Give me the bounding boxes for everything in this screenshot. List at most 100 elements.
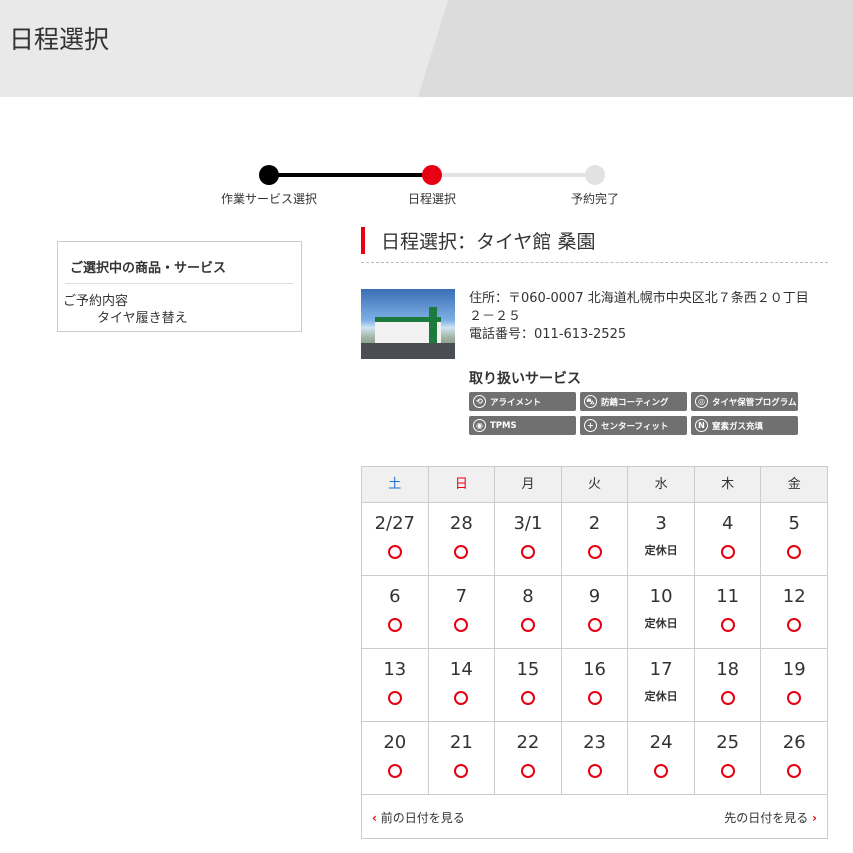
gas-icon: N xyxy=(695,419,708,432)
calendar-date: 28 xyxy=(449,513,473,534)
calendar-day-cell[interactable]: 5 xyxy=(761,503,827,575)
stepper-line-todo xyxy=(432,173,595,177)
calendar-date: 8 xyxy=(522,586,534,607)
calendar-day-cell[interactable]: 6 xyxy=(362,576,429,648)
tire-icon: ◎ xyxy=(695,395,708,408)
available-circle-icon xyxy=(720,545,735,559)
crosshair-icon: + xyxy=(584,419,597,432)
next-dates-link[interactable]: 先の日付を見る › xyxy=(724,809,817,826)
closed-day-label: 定休日 xyxy=(644,544,678,557)
calendar-day-cell[interactable]: 19 xyxy=(761,649,827,721)
calendar-day-cell[interactable]: 16 xyxy=(562,649,629,721)
weekday-mon: 月 xyxy=(495,467,562,502)
calendar-date: 22 xyxy=(516,732,540,753)
booking-calendar: 土 日 月 火 水 木 金 2/27 28 3/1 2 3 定休日 4 5 6 7 8 9 10 定休日 1… xyxy=(361,466,828,839)
available-circle-icon xyxy=(454,545,469,559)
available-circle-icon xyxy=(720,764,735,778)
calendar-day-cell[interactable]: 18 xyxy=(695,649,762,721)
available-circle-icon xyxy=(520,691,535,705)
calendar-day-cell[interactable]: 25 xyxy=(695,722,762,794)
step-label-service-select: 作業サービス選択 xyxy=(220,192,318,206)
prev-dates-link[interactable]: ‹ 前の日付を見る xyxy=(372,809,465,826)
available-circle-icon xyxy=(387,764,402,778)
shop-heading-text: 日程選択：タイヤ館 桑園 xyxy=(381,231,596,253)
calendar-date: 20 xyxy=(383,732,407,753)
calendar-day-cell[interactable]: 28 xyxy=(429,503,496,575)
address-label: 住所： xyxy=(469,291,509,306)
calendar-day-cell[interactable]: 13 xyxy=(362,649,429,721)
shop-road xyxy=(361,343,455,359)
available-circle-icon xyxy=(587,764,602,778)
available-circle-icon xyxy=(587,618,602,632)
calendar-day-cell[interactable]: 15 xyxy=(495,649,562,721)
calendar-day-cell[interactable]: 3/1 xyxy=(495,503,562,575)
calendar-day-cell[interactable]: 22 xyxy=(495,722,562,794)
calendar-day-cell[interactable]: 2/27 xyxy=(362,503,429,575)
reservation-value: タイヤ履き替え xyxy=(97,311,188,326)
calendar-day-cell[interactable]: 12 xyxy=(761,576,827,648)
page-title: 日程選択 xyxy=(9,25,110,54)
available-circle-icon xyxy=(387,618,402,632)
available-circle-icon xyxy=(720,691,735,705)
calendar-day-cell[interactable]: 14 xyxy=(429,649,496,721)
calendar-date: 24 xyxy=(649,732,673,753)
calendar-day-cell[interactable]: 4 xyxy=(695,503,762,575)
calendar-day-cell[interactable]: 2 xyxy=(562,503,629,575)
service-badge-rust-coating: ⛍ 防錆コーティング xyxy=(580,392,687,411)
calendar-weekday-header: 土 日 月 火 水 木 金 xyxy=(362,467,827,503)
calendar-week-row: 2/27 28 3/1 2 3 定休日 4 5 xyxy=(362,503,827,576)
available-circle-icon xyxy=(454,618,469,632)
available-circle-icon xyxy=(654,764,669,778)
calendar-footer: ‹ 前の日付を見る 先の日付を見る › xyxy=(362,795,827,838)
calendar-date: 5 xyxy=(788,513,800,534)
shop-photo xyxy=(361,289,455,359)
calendar-day-cell[interactable]: 8 xyxy=(495,576,562,648)
closed-day-label: 定休日 xyxy=(644,617,678,630)
service-label: タイヤ保管プログラム xyxy=(712,397,797,408)
divider xyxy=(65,283,293,284)
calendar-date: 10 xyxy=(649,586,673,607)
service-label: アライメント xyxy=(490,397,542,408)
calendar-day-cell[interactable]: 23 xyxy=(562,722,629,794)
selected-services-title: ご選択中の商品・サービス xyxy=(70,261,227,276)
calendar-date: 14 xyxy=(449,659,473,680)
calendar-date: 15 xyxy=(516,659,540,680)
calendar-day-cell[interactable]: 26 xyxy=(761,722,827,794)
weekday-thu: 木 xyxy=(695,467,762,502)
progress-stepper: 作業サービス選択 日程選択 予約完了 xyxy=(200,162,660,212)
calendar-day-cell[interactable]: 11 xyxy=(695,576,762,648)
available-circle-icon xyxy=(787,545,802,559)
selected-services-panel: ご選択中の商品・サービス ご予約内容 タイヤ履き替え xyxy=(57,241,302,332)
chevron-right-icon: › xyxy=(812,811,817,825)
calendar-day-cell[interactable]: 20 xyxy=(362,722,429,794)
calendar-day-cell[interactable]: 21 xyxy=(429,722,496,794)
heading-accent-bar xyxy=(361,227,365,254)
calendar-day-cell[interactable]: 24 xyxy=(628,722,695,794)
shop-sign xyxy=(429,307,437,343)
calendar-day-cell[interactable]: 9 xyxy=(562,576,629,648)
calendar-date: 9 xyxy=(588,586,601,607)
header-decoration xyxy=(418,0,853,97)
chevron-left-icon: ‹ xyxy=(372,811,377,825)
available-circle-icon xyxy=(454,764,469,778)
available-circle-icon xyxy=(520,618,535,632)
calendar-date: 2/27 xyxy=(374,513,415,534)
available-circle-icon xyxy=(587,545,602,559)
calendar-week-row: 20 21 22 23 24 25 26 xyxy=(362,722,827,795)
available-circle-icon xyxy=(520,764,535,778)
step-label-complete: 予約完了 xyxy=(570,192,620,206)
service-label: 防錆コーティング xyxy=(601,397,669,408)
calendar-day-cell[interactable]: 7 xyxy=(429,576,496,648)
calendar-day-cell: 10 定休日 xyxy=(628,576,695,648)
calendar-date: 26 xyxy=(782,732,806,753)
tpms-icon: ◉ xyxy=(473,419,486,432)
available-circle-icon xyxy=(387,545,402,559)
next-dates-label: 先の日付を見る xyxy=(724,811,809,825)
calendar-date: 3 xyxy=(655,513,667,534)
calendar-date: 23 xyxy=(583,732,606,753)
page-header: 日程選択 xyxy=(0,0,853,97)
calendar-week-row: 13 14 15 16 17 定休日 18 19 xyxy=(362,649,827,722)
calendar-date: 7 xyxy=(455,586,468,607)
car-icon: ⛍ xyxy=(584,395,597,408)
shop-heading: 日程選択：タイヤ館 桑園 xyxy=(361,225,828,263)
